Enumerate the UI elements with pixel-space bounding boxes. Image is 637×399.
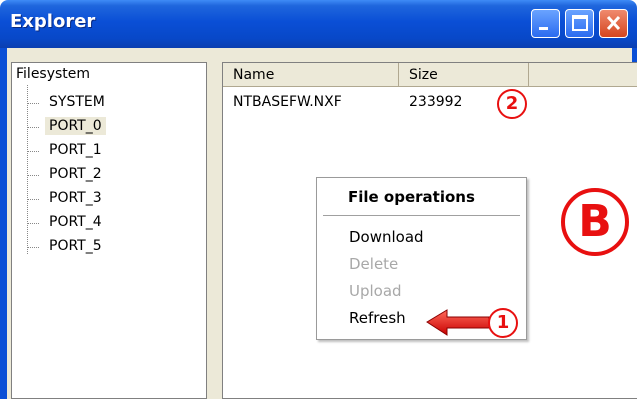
tree-item-label: PORT_0 [45, 117, 106, 135]
menu-item-upload: Upload [349, 282, 402, 300]
column-header-empty [529, 63, 637, 87]
maximize-icon [572, 15, 588, 31]
window-frame-left [0, 48, 7, 399]
close-icon [606, 15, 621, 31]
annotation-marker-1: 1 [488, 308, 518, 338]
close-button[interactable] [599, 9, 628, 38]
pane-splitter[interactable] [207, 62, 222, 399]
tree-item-label: PORT_1 [49, 142, 102, 158]
tree-item-label: PORT_4 [49, 214, 102, 230]
tree-connector-line [27, 85, 28, 254]
title-bar[interactable]: Explorer [0, 0, 637, 48]
file-row-name[interactable]: NTBASEFW.NXF [233, 94, 342, 110]
column-header-name[interactable]: Name [223, 63, 399, 87]
red-arrow-icon [426, 309, 490, 336]
tree-item-label: SYSTEM [49, 94, 105, 110]
menu-item-delete: Delete [349, 255, 399, 273]
menu-item-download[interactable]: Download [349, 228, 424, 246]
filesystem-tree[interactable]: Filesystem SYSTEM PORT_0 PORT_1 PORT_2 P… [11, 62, 207, 399]
window-title: Explorer [10, 11, 96, 32]
menu-separator [323, 215, 520, 216]
minimize-button[interactable] [531, 9, 560, 38]
tree-item-label: PORT_2 [49, 166, 102, 182]
file-row-size[interactable]: 233992 [409, 94, 462, 110]
maximize-button[interactable] [565, 9, 594, 38]
menu-item-refresh[interactable]: Refresh [349, 309, 406, 327]
context-menu-title: File operations [348, 188, 475, 206]
annotation-marker-2: 2 [497, 89, 527, 119]
explorer-window: Explorer Filesystem SYSTEM PORT_0 PORT_1… [0, 0, 637, 399]
annotation-marker-b: B [561, 188, 629, 256]
tree-item-label: PORT_5 [49, 238, 102, 254]
tree-item-label: PORT_3 [49, 190, 102, 206]
minimize-icon [539, 27, 548, 30]
tree-root-filesystem[interactable]: Filesystem [16, 66, 90, 82]
column-header-size[interactable]: Size [399, 63, 529, 87]
